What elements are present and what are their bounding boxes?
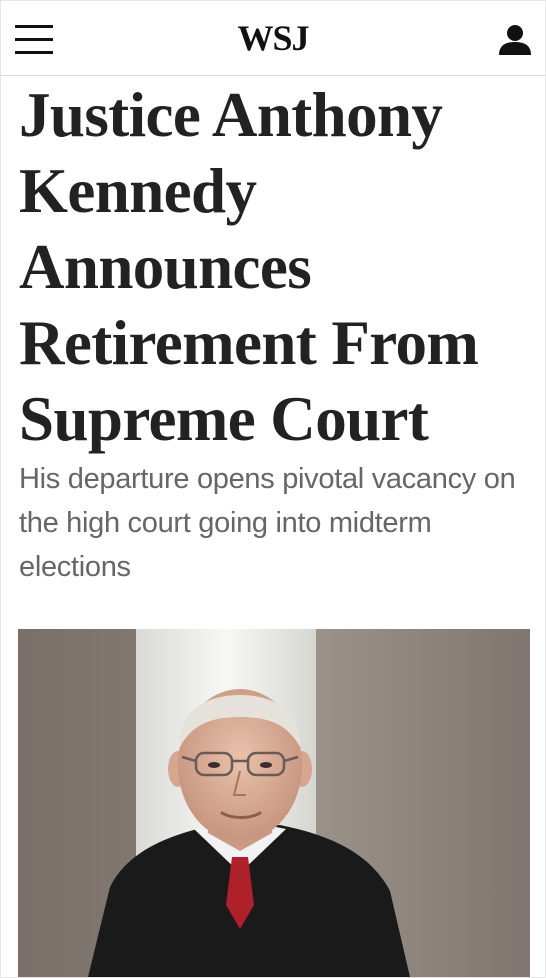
article-photo[interactable] (18, 629, 530, 977)
wsj-logo[interactable]: WSJ (1, 18, 545, 58)
headline-line: Retirement From (19, 308, 479, 378)
app-frame: WSJ Justice Anthony Kennedy Announces Re… (0, 0, 546, 978)
headline-line: Announces (19, 232, 312, 302)
headline-line: Justice Anthony (19, 80, 443, 150)
headline-line: Supreme Court (19, 384, 429, 454)
article-summary: His departure opens pivotal vacancy on t… (19, 463, 516, 583)
top-navigation-bar: WSJ (1, 1, 545, 76)
user-account-icon[interactable] (497, 23, 533, 57)
left-eye (208, 762, 220, 768)
headline-line: Kennedy (19, 156, 257, 226)
article-headline: Justice Anthony Kennedy Announces Retire… (19, 77, 539, 457)
right-eye (260, 762, 272, 768)
